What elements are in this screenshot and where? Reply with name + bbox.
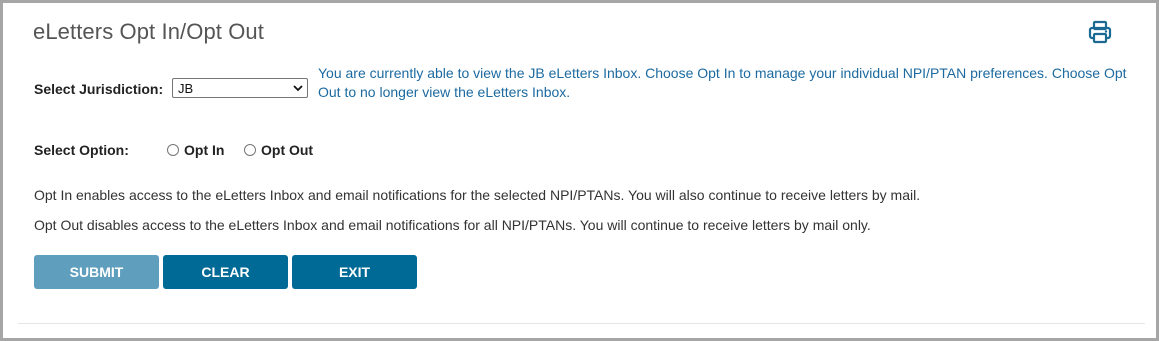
option-label: Select Option: (34, 142, 129, 158)
chevron-down-icon (293, 85, 303, 92)
opt-in-label: Opt In (184, 142, 225, 158)
submit-button[interactable]: SUBMIT (34, 255, 159, 289)
exit-button[interactable]: EXIT (292, 255, 417, 289)
opt-out-radio[interactable]: Opt Out (244, 142, 313, 158)
opt-in-radio-circle[interactable] (167, 143, 179, 156)
bottom-divider (18, 323, 1145, 324)
print-button[interactable] (1087, 19, 1113, 45)
opt-out-label: Opt Out (261, 142, 314, 158)
opt-in-radio[interactable]: Opt In (167, 142, 224, 158)
opt-out-description: Opt Out disables access to the eLetters … (34, 217, 871, 233)
opt-out-radio-circle[interactable] (244, 143, 256, 156)
jurisdiction-select[interactable]: JB (172, 78, 308, 98)
jurisdiction-info: You are currently able to view the JB eL… (318, 65, 1127, 100)
clear-button[interactable]: CLEAR (163, 255, 288, 289)
jurisdiction-select-value: JB (178, 81, 194, 96)
print-icon (1088, 20, 1112, 44)
jurisdiction-label: Select Jurisdiction: (34, 81, 164, 97)
opt-in-description: Opt In enables access to the eLetters In… (34, 187, 921, 203)
page-title: eLetters Opt In/Opt Out (33, 19, 264, 44)
eletters-panel: eLetters Opt In/Opt Out Select Jurisdict… (0, 0, 1159, 341)
